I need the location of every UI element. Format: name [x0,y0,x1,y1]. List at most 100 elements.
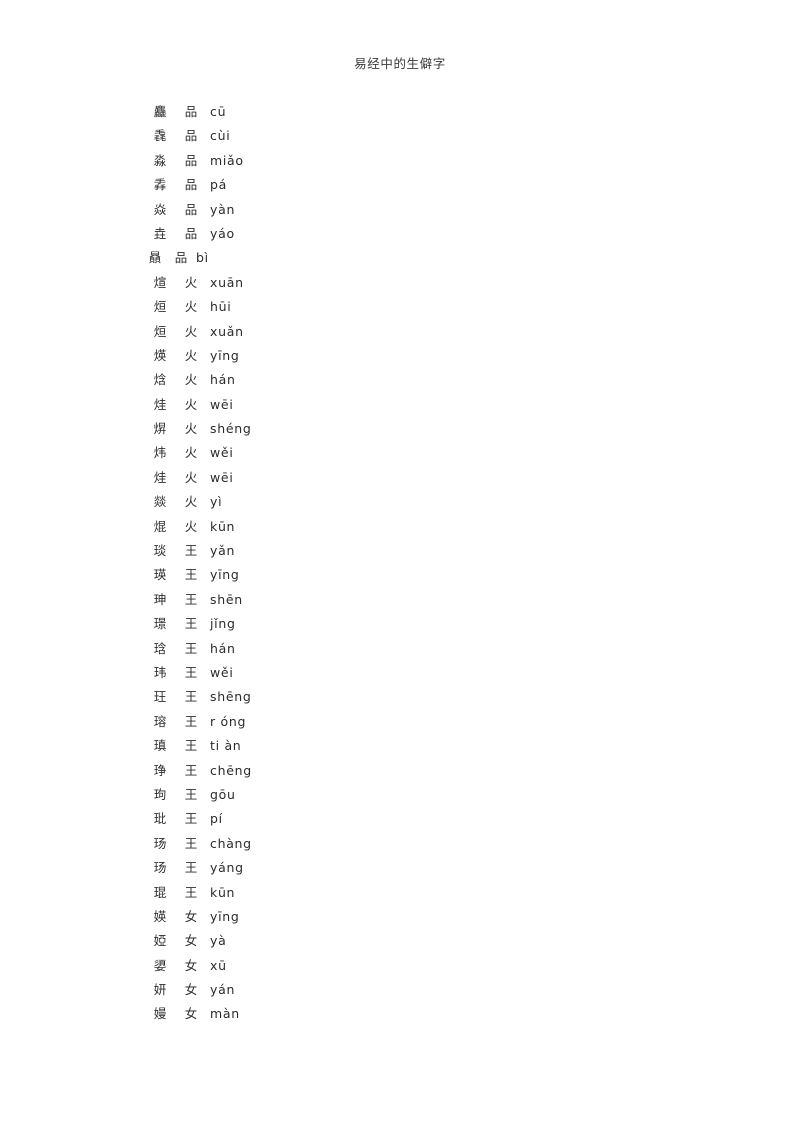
entry-radical: 品 [184,225,198,241]
list-item: 玨 王 shēng [0,688,800,712]
entry-radical: 王 [184,786,198,802]
list-item: 毳 品 cùi [0,127,800,151]
list-item: 焺 火 shéng [0,420,800,444]
list-item: 玚 王 yáng [0,859,800,883]
entry-radical: 王 [184,835,198,851]
list-item: 瑱 王 ti àn [0,737,800,761]
entry-radical: 女 [184,933,198,949]
entry-pinyin: pí [210,811,223,827]
list-item: 燚 火 yì [0,493,800,517]
list-item: 玚 王 chàng [0,835,800,859]
entry-character: 焺 [153,421,167,437]
entry-radical: 火 [184,347,198,363]
entry-pinyin: shēn [210,591,243,607]
list-item: 琀 王 hán [0,640,800,664]
entry-radical: 火 [184,445,198,461]
entry-character: 焓 [153,372,167,388]
entry-radical: 女 [184,957,198,973]
list-item: 烓 火 wēi [0,396,800,420]
list-item: 煐 火 yīng [0,347,800,371]
entry-radical: 火 [184,469,198,485]
list-item: 妍 女 yán [0,981,800,1005]
list-item: 掱 品 pá [0,176,800,200]
entry-radical: 品 [184,152,198,168]
entry-pinyin: pá [210,177,227,193]
entry-character: 烜 [153,299,167,315]
entry-pinyin: r óng [210,713,247,729]
entry-radical: 王 [184,884,198,900]
entry-radical: 火 [184,396,198,412]
entry-pinyin: gōu [210,786,236,802]
list-item: 琤 王 chēng [0,762,800,786]
list-item: 婭 女 yà [0,932,800,956]
list-item: 璟 王 jǐng [0,615,800,639]
list-item: 烜 火 xuǎn [0,323,800,347]
entry-radical: 王 [184,591,198,607]
entry-radical: 品 [184,104,198,119]
entry-radical: 王 [184,616,198,632]
entry-character: 嫚 [153,1006,167,1022]
entry-pinyin: cùi [210,128,231,144]
entry-radical: 火 [184,518,198,534]
list-item: 嫚 女 màn [0,1005,800,1029]
entry-radical: 品 [184,128,198,144]
entry-pinyin: shéng [210,421,252,437]
entry-character: 焜 [153,518,167,534]
entry-pinyin: chēng [210,762,252,778]
entry-character: 玚 [153,835,167,851]
list-item: 烓 火 wēi [0,469,800,493]
entry-pinyin: chàng [210,835,252,851]
entry-character: 燚 [153,494,167,510]
entry-radical: 王 [184,689,198,705]
entry-character: 煐 [153,347,167,363]
entry-pinyin: yǎn [210,543,236,559]
entry-radical: 王 [184,543,198,559]
entry-pinyin: miǎo [210,152,244,168]
entry-radical: 王 [184,860,198,876]
entry-character: 玮 [153,664,167,680]
entry-radical: 王 [184,664,198,680]
entry-pinyin: hán [210,372,236,388]
entry-radical: 火 [184,494,198,510]
entry-character: 垚 [153,225,167,241]
entry-pinyin: yīng [210,347,240,363]
list-item: 玭 王 pí [0,810,800,834]
entry-pinyin: ti àn [210,738,242,754]
entry-character: 琤 [153,762,167,778]
list-item: 焜 火 kūn [0,518,800,542]
entry-character: 琀 [153,640,167,656]
list-item: 瑢 王 r óng [0,713,800,737]
entry-radical: 品 [174,250,188,266]
list-item: 贔品 bì [0,249,800,273]
entry-pinyin: yīng [210,567,240,583]
entry-pinyin: wēi [210,469,234,485]
entry-radical: 火 [184,421,198,437]
entry-radical: 王 [184,811,198,827]
list-item: 煊 火 xuān [0,274,800,298]
entry-character: 琨 [153,884,167,900]
rare-character-list: 麤品 cū 毳品 cùi 淼品 miǎo 掱品 pá 焱品 yàn 垚品 yáo 贔品 bì 煊火 xuān 烜… [0,103,800,1030]
entry-radical: 火 [184,372,198,388]
entry-pinyin: bì [196,250,209,266]
entry-radical: 火 [184,274,198,290]
entry-character: 琰 [153,543,167,559]
document-page: 易经中的生僻字 麤品 cū 毳品 cùi 淼品 miǎo 掱品 pá 焱品 yàn 垚品 yáo 贔品 b… [0,0,800,1133]
entry-character: 焱 [153,201,167,217]
entry-character: 瑱 [153,738,167,754]
entry-pinyin: màn [210,1006,240,1022]
entry-pinyin: shēng [210,689,252,705]
entry-character: 玚 [153,860,167,876]
entry-pinyin: yì [210,494,223,510]
entry-character: 璟 [153,616,167,632]
entry-pinyin: yán [210,982,236,998]
list-item: 玽 王 gōu [0,786,800,810]
entry-character: 媖 [153,908,167,924]
list-item: 瑛 王 yīng [0,566,800,590]
entry-pinyin: yáng [210,860,244,876]
entry-pinyin: yīng [210,908,240,924]
entry-radical: 女 [184,1006,198,1022]
entry-character: 掱 [153,177,167,193]
entry-pinyin: kūn [210,518,236,534]
entry-character: 玨 [153,689,167,705]
entry-character: 婭 [153,933,167,949]
